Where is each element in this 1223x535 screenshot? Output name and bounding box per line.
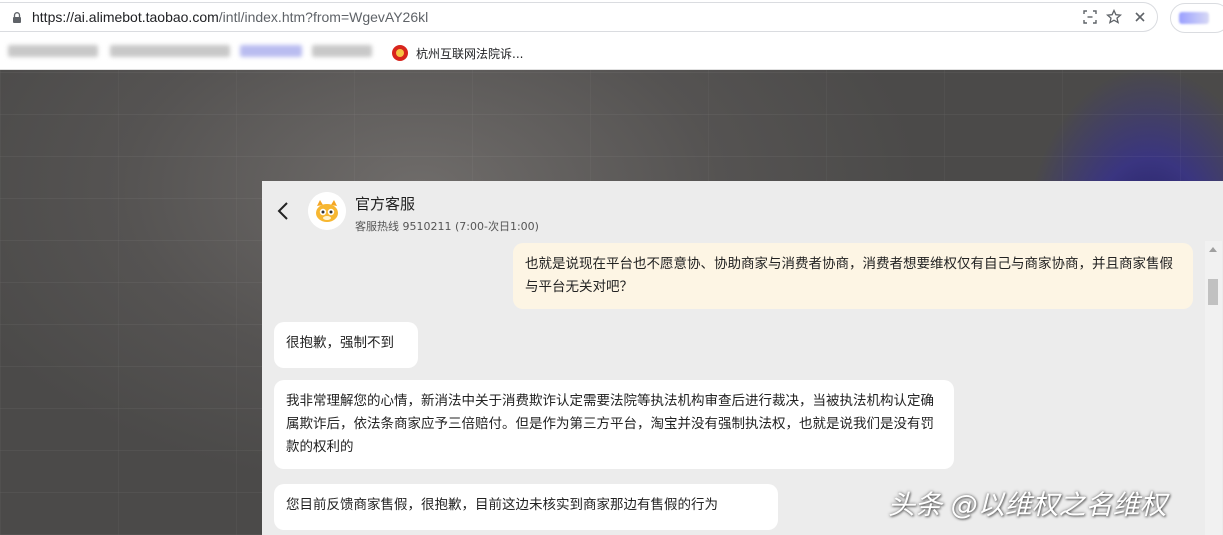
hotline-subtitle: 客服热线 9510211 (7:00-次日1:00) (355, 220, 539, 233)
mascot-icon (308, 192, 346, 230)
bookmark-item-blurred[interactable] (240, 45, 302, 57)
profile-button[interactable] (1170, 3, 1223, 33)
court-emblem-icon (392, 45, 408, 61)
url-path: /intl/index.htm?from=WgevAY26kl (218, 9, 429, 25)
chat-header: 官方客服 客服热线 9510211 (7:00-次日1:00) (262, 181, 1223, 241)
message-bubble-bot: 我非常理解您的心情，新消法中关于消费欺诈认定需要法院等执法机构审查后进行裁决，当… (274, 380, 954, 469)
screenshot-icon[interactable] (1082, 9, 1098, 25)
message-text: 我非常理解您的心情，新消法中关于消费欺诈认定需要法院等执法机构审查后进行裁决，当… (286, 393, 934, 455)
message-bubble-bot: 很抱歉，强制不到 (274, 322, 418, 368)
avatar (308, 192, 346, 230)
bookmark-item-blurred[interactable] (110, 45, 230, 57)
chat-panel: 官方客服 客服热线 9510211 (7:00-次日1:00) 也就是说现在平台… (262, 181, 1223, 535)
close-icon[interactable] (1132, 9, 1148, 25)
address-bar[interactable]: https://ai.alimebot.taobao.com/intl/inde… (0, 2, 1158, 32)
url-host: https://ai.alimebot.taobao.com (32, 9, 219, 25)
message-bubble-bot: 您目前反馈商家售假，很抱歉，目前这边未核实到商家那边有售假的行为 (274, 484, 778, 530)
bookmarks-bar: 杭州互联网法院诉... (0, 36, 1223, 70)
browser-toolbar: https://ai.alimebot.taobao.com/intl/inde… (0, 0, 1223, 36)
bookmark-item-blurred[interactable] (8, 45, 98, 57)
profile-avatar-icon (1179, 12, 1209, 24)
bookmark-item-blurred[interactable] (312, 45, 372, 57)
message-text: 您目前反馈商家售假，很抱歉，目前这边未核实到商家那边有售假的行为 (286, 497, 718, 513)
watermark: 头条 @以维权之名维权 (888, 490, 1167, 521)
bookmark-court-label: 杭州互联网法院诉... (416, 46, 524, 61)
back-arrow-icon[interactable] (274, 200, 294, 222)
message-text: 也就是说现在平台也不愿意协、协助商家与消费者协商，消费者想要维权仅有自己与商家协… (525, 256, 1173, 295)
bookmark-court[interactable]: 杭州互联网法院诉... (392, 43, 523, 63)
scrollbar-thumb[interactable] (1208, 279, 1218, 305)
message-bubble-user: 也就是说现在平台也不愿意协、协助商家与消费者协商，消费者想要维权仅有自己与商家协… (513, 243, 1193, 309)
lock-icon (13, 12, 21, 23)
chat-title: 官方客服 (355, 195, 416, 213)
message-text: 很抱歉，强制不到 (286, 335, 394, 351)
star-icon[interactable] (1106, 9, 1122, 25)
scroll-up-arrow-icon[interactable] (1209, 247, 1217, 252)
url-text[interactable]: https://ai.alimebot.taobao.com/intl/inde… (32, 9, 428, 25)
